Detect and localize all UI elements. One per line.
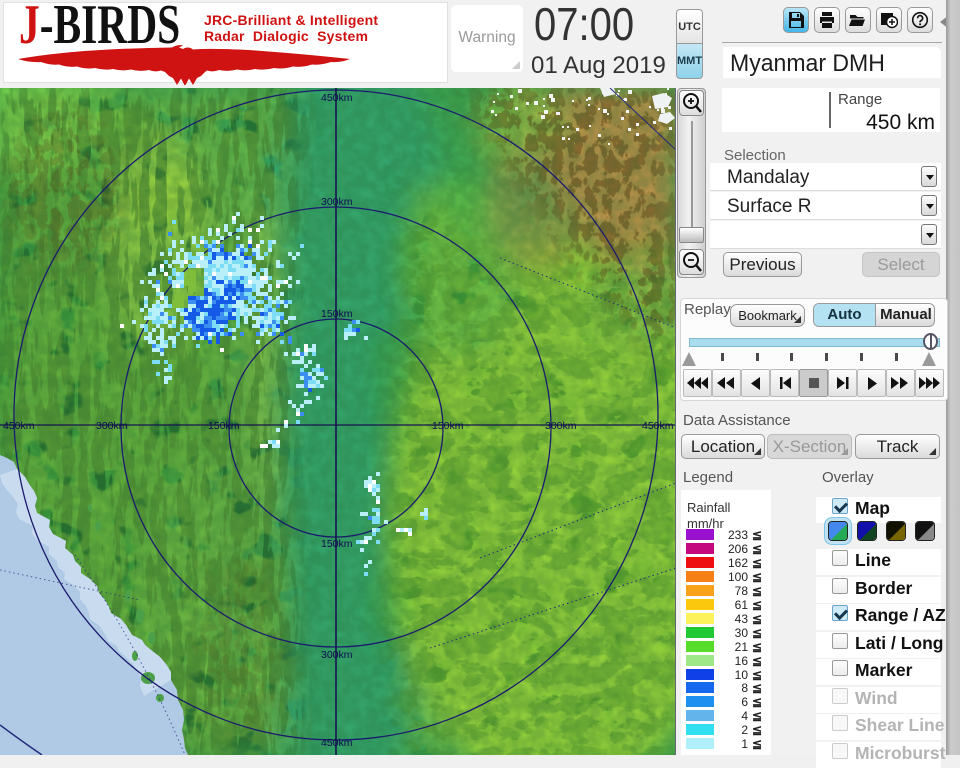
svg-text:450km: 450km [321, 737, 353, 749]
svg-text:300km: 300km [321, 649, 353, 661]
svg-text:300km: 300km [96, 420, 128, 432]
svg-text:150km: 150km [321, 308, 353, 320]
svg-text:300km: 300km [321, 196, 353, 208]
svg-text:150km: 150km [321, 538, 353, 550]
svg-text:300km: 300km [545, 420, 577, 432]
svg-text:450km: 450km [321, 92, 353, 104]
svg-text:450km: 450km [642, 420, 674, 432]
svg-text:150km: 150km [432, 420, 464, 432]
svg-text:450km: 450km [3, 420, 35, 432]
svg-text:150km: 150km [208, 420, 240, 432]
